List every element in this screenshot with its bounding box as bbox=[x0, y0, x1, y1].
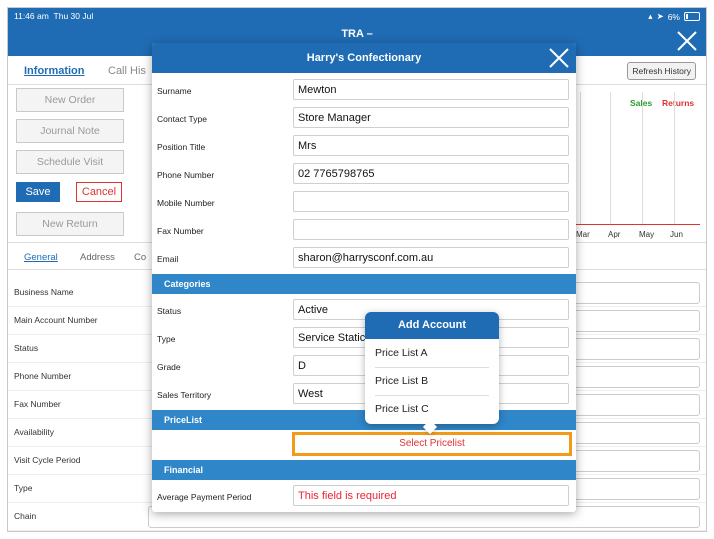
field-label: Email bbox=[157, 254, 179, 264]
modal-header: Harry's Confectionary bbox=[152, 43, 576, 73]
field-label: Visit Cycle Period bbox=[14, 455, 81, 465]
field-label: Fax Number bbox=[157, 226, 204, 236]
email-field[interactable]: sharon@harrysconf.com.au bbox=[293, 247, 569, 268]
field-label: Business Name bbox=[14, 287, 74, 297]
form-field[interactable] bbox=[568, 450, 700, 472]
add-account-popover: Add Account Price List A Price List B Pr… bbox=[365, 312, 499, 435]
price-list-a-option[interactable]: Price List A bbox=[375, 339, 489, 368]
tab-general[interactable]: General bbox=[24, 252, 58, 263]
payment-period-field[interactable]: This field is required bbox=[293, 485, 569, 506]
legend-returns: Returns bbox=[662, 98, 695, 108]
form-field[interactable] bbox=[568, 478, 700, 500]
journal-note-button[interactable]: Journal Note bbox=[16, 119, 124, 143]
email-row: Email sharon@harrysconf.com.au bbox=[152, 244, 576, 272]
section-title: Financial bbox=[164, 465, 204, 475]
field-label: Sales Territory bbox=[157, 390, 212, 400]
position-title-field[interactable]: Mrs bbox=[293, 135, 569, 156]
status-time: 11:46 am Thu 30 Jul bbox=[14, 11, 94, 21]
select-pricelist-button[interactable]: Select Pricelist bbox=[292, 432, 572, 456]
field-label: Availability bbox=[14, 427, 55, 437]
new-order-button[interactable]: New Order bbox=[16, 88, 124, 112]
field-label: Fax Number bbox=[14, 399, 61, 409]
app-window: 11:46 am Thu 30 Jul ▴ ➤ 6% TRA – Informa… bbox=[8, 8, 706, 531]
fax-number-row: Fax Number bbox=[152, 216, 576, 244]
field-label: Type bbox=[157, 334, 176, 344]
month-label: Mar bbox=[576, 230, 590, 239]
mobile-number-field[interactable] bbox=[293, 191, 569, 212]
battery-percent: 6% bbox=[667, 11, 680, 22]
pricelist-section: PriceList bbox=[152, 410, 576, 430]
field-label: Phone Number bbox=[157, 170, 215, 180]
grid-line bbox=[642, 92, 643, 224]
price-list-c-option[interactable]: Price List C bbox=[375, 395, 489, 423]
new-return-button[interactable]: New Return bbox=[16, 212, 124, 236]
app-title: TRA – bbox=[341, 28, 373, 40]
phone-number-field[interactable]: 02 7765798765 bbox=[293, 163, 569, 184]
form-field[interactable] bbox=[568, 422, 700, 444]
form-field[interactable] bbox=[568, 366, 700, 388]
popover-title: Add Account bbox=[365, 312, 499, 339]
field-label: Average Payment Period bbox=[157, 492, 252, 502]
field-label: Status bbox=[157, 306, 182, 316]
field-label: Status bbox=[14, 343, 39, 353]
wifi-icon: ▴ bbox=[648, 11, 653, 21]
categories-section: Categories bbox=[152, 274, 576, 294]
section-title: PriceList bbox=[164, 415, 203, 425]
position-title-row: Position Title Mrs bbox=[152, 132, 576, 160]
status-row: Status Active bbox=[152, 296, 576, 324]
field-label: Position Title bbox=[157, 142, 206, 152]
tab-call-history[interactable]: Call His bbox=[108, 65, 146, 77]
cancel-button[interactable]: Cancel bbox=[76, 182, 122, 202]
location-icon: ➤ bbox=[656, 11, 664, 21]
price-list-b-option[interactable]: Price List B bbox=[375, 367, 489, 396]
form-field[interactable] bbox=[568, 338, 700, 360]
status-right: ▴ ➤ 6% bbox=[648, 11, 700, 22]
close-icon[interactable] bbox=[548, 47, 570, 69]
status-bar: 11:46 am Thu 30 Jul ▴ ➤ 6% bbox=[8, 8, 706, 24]
month-label: May bbox=[639, 230, 655, 239]
type-row: Type Service Static bbox=[152, 324, 576, 352]
field-label: Type bbox=[14, 483, 33, 493]
schedule-visit-button[interactable]: Schedule Visit bbox=[16, 150, 124, 174]
refresh-history-button[interactable]: Refresh History bbox=[627, 62, 696, 80]
contact-type-field[interactable]: Store Manager bbox=[293, 107, 569, 128]
form-field[interactable] bbox=[568, 310, 700, 332]
surname-field[interactable]: Mewton bbox=[293, 79, 569, 100]
fax-number-field[interactable] bbox=[293, 219, 569, 240]
contact-type-row: Contact Type Store Manager bbox=[152, 104, 576, 132]
save-button[interactable]: Save bbox=[16, 182, 60, 202]
close-icon[interactable] bbox=[676, 30, 698, 52]
mobile-number-row: Mobile Number bbox=[152, 188, 576, 216]
field-label: Chain bbox=[14, 511, 37, 521]
grid-line bbox=[674, 92, 675, 224]
grade-row: Grade D bbox=[152, 352, 576, 380]
month-label: Apr bbox=[608, 230, 621, 239]
field-label: Contact Type bbox=[157, 114, 207, 124]
field-label: Mobile Number bbox=[157, 198, 215, 208]
month-label: Jun bbox=[670, 230, 683, 239]
section-title: Categories bbox=[164, 279, 211, 289]
grid-line bbox=[580, 92, 581, 224]
returns-line bbox=[570, 224, 700, 225]
tab-information[interactable]: Information bbox=[24, 65, 85, 77]
phone-number-row: Phone Number 02 7765798765 bbox=[152, 160, 576, 188]
field-label: Phone Number bbox=[14, 371, 72, 381]
sales-chart: Sales Returns Mar Apr May Jun bbox=[570, 92, 700, 242]
field-label: Main Account Number bbox=[14, 315, 98, 325]
form-field[interactable] bbox=[568, 394, 700, 416]
field-label: Grade bbox=[157, 362, 181, 372]
sales-territory-row: Sales Territory West bbox=[152, 380, 576, 408]
modal-title: Harry's Confectionary bbox=[306, 52, 422, 64]
financial-section: Financial bbox=[152, 460, 576, 480]
payment-period-row: Average Payment Period This field is requ… bbox=[152, 482, 576, 510]
contact-modal: Harry's Confectionary Surname Mewton Cont… bbox=[152, 43, 576, 512]
tab-address[interactable]: Address bbox=[80, 252, 115, 263]
tab-contacts[interactable]: Co bbox=[134, 252, 146, 263]
surname-row: Surname Mewton bbox=[152, 76, 576, 104]
grid-line bbox=[610, 92, 611, 224]
battery-icon bbox=[684, 12, 700, 21]
field-label: Surname bbox=[157, 86, 192, 96]
form-field[interactable] bbox=[568, 282, 700, 304]
